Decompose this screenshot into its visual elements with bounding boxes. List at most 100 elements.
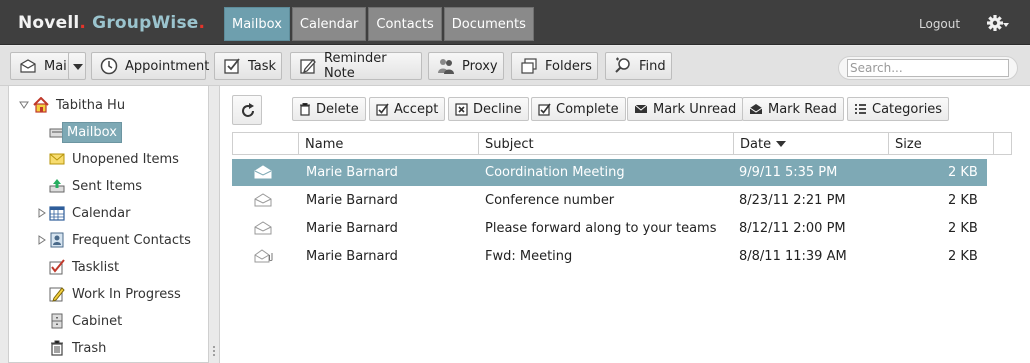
task-button[interactable]: Task bbox=[214, 52, 282, 80]
list-icon bbox=[855, 104, 866, 114]
reminder-note-label: Reminder Note bbox=[324, 51, 387, 81]
table-row[interactable]: Marie Barnard Please forward along to yo… bbox=[232, 215, 987, 242]
sidebar-item-unopened-items[interactable]: Unopened Items bbox=[49, 148, 179, 170]
delete-label: Delete bbox=[316, 101, 359, 117]
mail-dropdown-arrow[interactable] bbox=[68, 52, 86, 80]
calendar-icon bbox=[49, 206, 65, 221]
mark-unread-label: Mark Unread bbox=[653, 101, 737, 117]
collapse-arrow-icon[interactable] bbox=[19, 100, 29, 110]
brand-groupwise: GroupWise bbox=[92, 13, 199, 33]
expand-arrow-icon[interactable] bbox=[37, 208, 47, 218]
sidebar-item-work-in-progress[interactable]: Work In Progress bbox=[49, 283, 181, 305]
row-date: 8/8/11 11:39 AM bbox=[739, 249, 847, 264]
folders-button[interactable]: Folders bbox=[511, 52, 598, 80]
sidebar-item-trash[interactable]: Trash bbox=[49, 337, 106, 359]
accept-button[interactable]: Accept bbox=[369, 97, 446, 121]
accept-label: Accept bbox=[394, 101, 439, 117]
sidebar-item-sent-items[interactable]: Sent Items bbox=[49, 175, 142, 197]
sidebar-item-cabinet[interactable]: Cabinet bbox=[49, 310, 122, 332]
tab-contacts[interactable]: Contacts bbox=[368, 7, 442, 41]
decline-button[interactable]: Decline bbox=[448, 97, 529, 121]
row-name: Marie Barnard bbox=[306, 165, 398, 180]
sidebar-item-frequent-contacts[interactable]: Frequent Contacts bbox=[37, 229, 191, 251]
delete-button[interactable]: Delete bbox=[292, 97, 366, 121]
reminder-note-button[interactable]: Reminder Note bbox=[290, 51, 422, 81]
complete-label: Complete bbox=[556, 101, 619, 117]
table-row[interactable]: Marie Barnard Conference number 8/23/11 … bbox=[232, 187, 987, 214]
folders-label: Folders bbox=[545, 58, 592, 74]
column-header-size[interactable]: Size bbox=[888, 133, 993, 154]
checkbox-icon bbox=[376, 103, 389, 116]
sidebar-item-label: Frequent Contacts bbox=[72, 232, 191, 248]
sidebar-item-tasklist[interactable]: Tasklist bbox=[49, 256, 119, 278]
open-envelope-icon bbox=[254, 165, 272, 179]
folders-icon bbox=[521, 58, 537, 74]
brand-dot: . bbox=[79, 13, 87, 33]
expand-arrow-icon[interactable] bbox=[37, 235, 47, 245]
row-size: 2 KB bbox=[948, 249, 978, 264]
home-icon bbox=[33, 97, 49, 113]
tab-calendar[interactable]: Calendar bbox=[291, 7, 367, 41]
row-subject: Coordination Meeting bbox=[485, 165, 625, 180]
categories-button[interactable]: Categories bbox=[847, 97, 950, 121]
resize-grip-icon[interactable] bbox=[212, 345, 216, 359]
x-box-icon bbox=[455, 102, 468, 116]
column-header-date-label: Date bbox=[740, 137, 772, 152]
row-name: Marie Barnard bbox=[306, 249, 398, 264]
mark-unread-button[interactable]: Mark Unread bbox=[627, 97, 744, 121]
table-row[interactable]: Marie Barnard Fwd: Meeting 8/8/11 11:39 … bbox=[232, 243, 987, 270]
pencil-note-icon bbox=[300, 59, 316, 74]
refresh-button[interactable] bbox=[232, 95, 262, 125]
search-box bbox=[838, 56, 1018, 80]
sidebar-item-label: Sent Items bbox=[72, 178, 143, 194]
folder-sidebar: Tabitha Hu Mailbox Unopened Items Sent I… bbox=[8, 86, 209, 363]
appointment-button[interactable]: Appointment bbox=[91, 52, 209, 80]
mark-read-button[interactable]: Mark Read bbox=[742, 97, 844, 121]
column-header-options[interactable] bbox=[993, 133, 1011, 154]
table-row[interactable]: Marie Barnard Coordination Meeting 9/9/1… bbox=[232, 159, 987, 186]
main-toolbar: Mail Appointment Task Reminder Note Prox… bbox=[0, 46, 1030, 86]
row-date: 8/12/11 2:00 PM bbox=[739, 221, 846, 236]
mail-icon bbox=[20, 59, 36, 73]
open-envelope-icon bbox=[749, 104, 763, 114]
clock-icon bbox=[100, 57, 118, 75]
brand-dot-2: . bbox=[198, 13, 206, 33]
find-label: Find bbox=[639, 58, 666, 74]
checkbox-icon bbox=[538, 103, 551, 116]
sidebar-user-root[interactable]: Tabitha Hu bbox=[19, 94, 125, 116]
checkmark-icon bbox=[49, 259, 65, 275]
trash-icon bbox=[300, 102, 310, 116]
column-header-subject[interactable]: Subject bbox=[478, 133, 733, 154]
mail-button[interactable]: Mail bbox=[10, 52, 71, 80]
column-header-name[interactable]: Name bbox=[298, 133, 478, 154]
contacts-icon bbox=[50, 232, 64, 248]
sidebar-item-calendar[interactable]: Calendar bbox=[37, 202, 130, 224]
find-button[interactable]: Find bbox=[605, 52, 672, 80]
envelope-attachment-icon bbox=[254, 249, 273, 263]
row-name: Marie Barnard bbox=[306, 193, 398, 208]
column-header-date[interactable]: Date bbox=[733, 133, 888, 154]
sidebar-item-label: Calendar bbox=[72, 205, 131, 221]
tab-mailbox[interactable]: Mailbox bbox=[224, 7, 290, 41]
column-header-icon[interactable] bbox=[233, 133, 298, 154]
search-input[interactable] bbox=[847, 59, 1009, 77]
sidebar-user-name: Tabitha Hu bbox=[56, 97, 126, 113]
row-size: 2 KB bbox=[948, 221, 978, 236]
complete-button[interactable]: Complete bbox=[531, 97, 626, 121]
open-envelope-icon bbox=[254, 221, 272, 235]
proxy-people-icon bbox=[438, 59, 454, 74]
row-name: Marie Barnard bbox=[306, 221, 398, 236]
closed-envelope-icon bbox=[634, 104, 648, 113]
message-table-header: Name Subject Date Size bbox=[232, 132, 1012, 155]
brand-logo: Novell. GroupWise. bbox=[18, 13, 205, 33]
row-subject: Please forward along to your teams bbox=[485, 221, 717, 236]
gear-icon[interactable] bbox=[986, 14, 1010, 34]
sidebar-item-label: Mailbox bbox=[62, 121, 122, 143]
row-subject: Conference number bbox=[485, 193, 615, 208]
tab-documents[interactable]: Documents bbox=[443, 7, 534, 41]
logout-link[interactable]: Logout bbox=[919, 17, 960, 31]
find-icon bbox=[615, 57, 630, 73]
proxy-button[interactable]: Proxy bbox=[428, 52, 504, 80]
mark-read-label: Mark Read bbox=[768, 101, 837, 117]
sidebar-item-mailbox[interactable]: Mailbox bbox=[49, 121, 122, 143]
